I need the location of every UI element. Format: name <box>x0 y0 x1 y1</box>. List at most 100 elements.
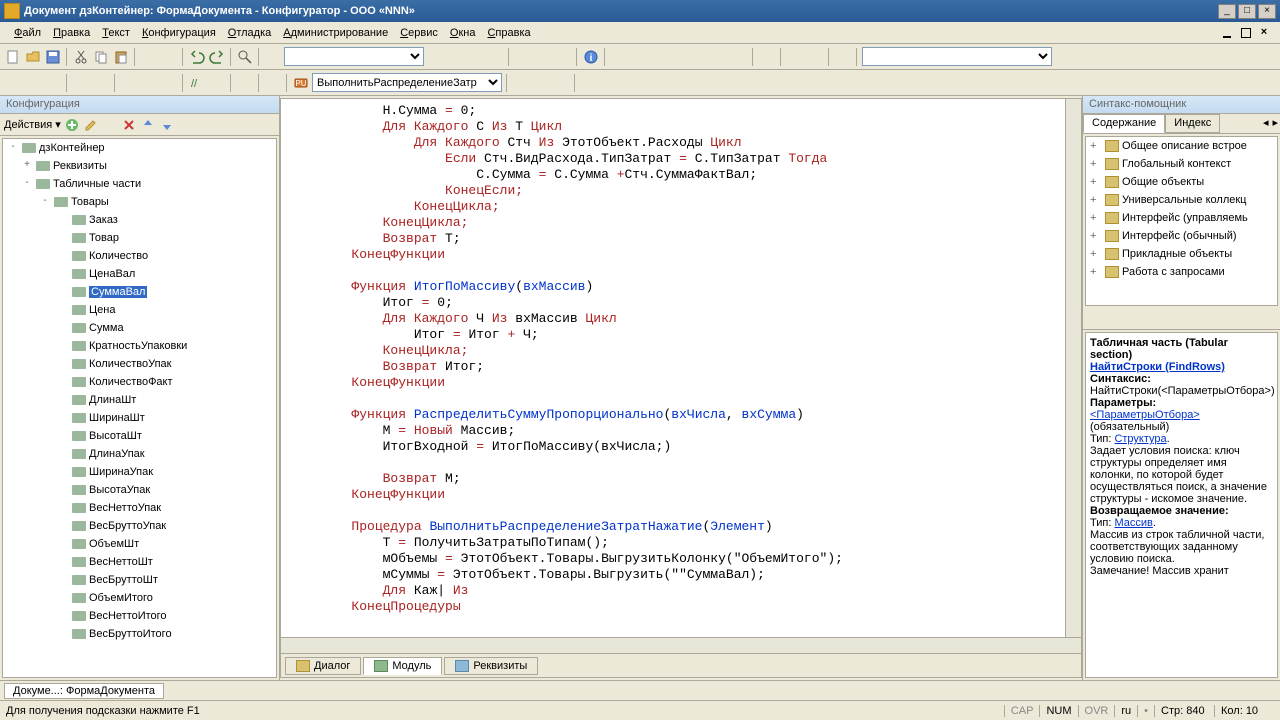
tb-icon-10[interactable] <box>710 48 728 66</box>
edit-icon[interactable] <box>83 117 99 133</box>
tb-icon-4[interactable] <box>486 48 504 66</box>
scroll-right-icon[interactable]: ▸ <box>1270 114 1280 133</box>
menu-service[interactable]: Сервис <box>394 25 444 41</box>
config-tree[interactable]: -дзКонтейнер+Реквизиты-Табличные части-Т… <box>2 138 277 678</box>
tree-item[interactable]: Цена <box>3 301 276 319</box>
help-icon[interactable] <box>834 48 852 66</box>
syntax-tree-item[interactable]: +Работа с запросами <box>1086 263 1277 281</box>
tb-icon-7[interactable] <box>650 48 668 66</box>
tb2-icon-14[interactable] <box>600 74 618 92</box>
tb2-icon-6[interactable] <box>120 74 138 92</box>
procedure-combo[interactable]: ВыполнитьРаспределениеЗатр <box>312 73 502 92</box>
copy-icon[interactable] <box>92 48 110 66</box>
tree-item[interactable]: ВесНеттоШт <box>3 553 276 571</box>
tb-icon-3[interactable] <box>466 48 484 66</box>
doc-tab[interactable]: Докуме...: ФормаДокумента <box>4 683 164 699</box>
debug-icon[interactable] <box>534 48 552 66</box>
tree-item[interactable]: ВесБруттоУпак <box>3 517 276 535</box>
syntax-tree-item[interactable]: +Общее описание встрое <box>1086 137 1277 155</box>
tree-item[interactable]: ШиринаУпак <box>3 463 276 481</box>
filter-icon[interactable] <box>197 117 213 133</box>
editor-hscrollbar[interactable] <box>281 637 1081 653</box>
help-tb-1[interactable] <box>1087 310 1105 328</box>
new-icon[interactable] <box>4 48 22 66</box>
tb2-icon-11[interactable] <box>532 74 550 92</box>
compile-icon[interactable] <box>264 74 282 92</box>
tree-item[interactable]: ОбъемШт <box>3 535 276 553</box>
tree-item[interactable]: ДлинаУпак <box>3 445 276 463</box>
menu-config[interactable]: Конфигурация <box>136 25 222 41</box>
tree-item[interactable]: ВесНеттоИтого <box>3 607 276 625</box>
copy2-icon[interactable] <box>102 117 118 133</box>
menu-admin[interactable]: Администрирование <box>277 25 394 41</box>
tree-item[interactable]: КратностьУпаковки <box>3 337 276 355</box>
tb2-icon-1[interactable] <box>4 74 22 92</box>
stop-icon[interactable] <box>554 48 572 66</box>
paste-icon[interactable] <box>112 48 130 66</box>
close-button[interactable]: × <box>1258 4 1276 19</box>
zoom-combo[interactable] <box>284 47 424 66</box>
comment-icon[interactable]: // <box>188 74 206 92</box>
scroll-left-icon[interactable]: ◂ <box>1261 114 1271 133</box>
tb2-icon-9[interactable] <box>236 74 254 92</box>
tree-item[interactable]: ВесНеттоУпак <box>3 499 276 517</box>
tree-item[interactable]: КоличествоУпак <box>3 355 276 373</box>
tb2-icon-13[interactable] <box>580 74 598 92</box>
help-tb-2[interactable] <box>1109 310 1127 328</box>
syntax-tree-item[interactable]: +Прикладные объекты <box>1086 245 1277 263</box>
tree-item[interactable]: Товар <box>3 229 276 247</box>
sort-icon[interactable] <box>178 117 194 133</box>
menu-text[interactable]: Текст <box>96 25 136 41</box>
tab-index[interactable]: Индекс <box>1165 114 1220 133</box>
undo-icon[interactable] <box>188 48 206 66</box>
open-icon[interactable] <box>24 48 42 66</box>
tb-icon-11[interactable] <box>730 48 748 66</box>
tree-item[interactable]: Заказ <box>3 211 276 229</box>
tree-item[interactable]: ВесБруттоИтого <box>3 625 276 643</box>
mdi-minimize-icon[interactable] <box>1220 25 1236 41</box>
tree-item[interactable]: ВесБруттоШт <box>3 571 276 589</box>
help-tb-4[interactable] <box>1214 310 1232 328</box>
tab-module[interactable]: Модуль <box>363 657 442 675</box>
tb-icon-6[interactable] <box>630 48 648 66</box>
tb-icon-2[interactable] <box>446 48 464 66</box>
editor-vscrollbar[interactable] <box>1065 99 1081 637</box>
menu-windows[interactable]: Окна <box>444 25 482 41</box>
tb-icon-12[interactable] <box>758 48 776 66</box>
menu-file[interactable]: Файл <box>8 25 47 41</box>
tree-item[interactable]: СуммаВал <box>3 283 276 301</box>
tree-item[interactable]: +Реквизиты <box>3 157 276 175</box>
maximize-button[interactable]: □ <box>1238 4 1256 19</box>
tb2-icon-8[interactable] <box>160 74 178 92</box>
empty-combo[interactable] <box>862 47 1052 66</box>
syntax-tree-item[interactable]: +Универсальные коллекц <box>1086 191 1277 209</box>
proc-icon[interactable]: PU <box>292 74 310 92</box>
tree-item[interactable]: Сумма <box>3 319 276 337</box>
tb2-icon-2[interactable] <box>24 74 42 92</box>
down-icon[interactable] <box>159 117 175 133</box>
syntax-tree-item[interactable]: +Интерфейс (обычный) <box>1086 227 1277 245</box>
find-icon[interactable] <box>236 48 254 66</box>
bookmark-icon[interactable] <box>208 74 226 92</box>
help-ret-type-link[interactable]: Массив <box>1114 517 1152 529</box>
zoom-icon[interactable] <box>264 48 282 66</box>
minimize-button[interactable]: _ <box>1218 4 1236 19</box>
code-editor[interactable]: Н.Сумма = 0; Для Каждого С Из Т Цикл Для… <box>281 99 1065 637</box>
mdi-restore-icon[interactable] <box>1238 25 1254 41</box>
delete-icon[interactable] <box>121 117 137 133</box>
tb-icon-1[interactable] <box>426 48 444 66</box>
tree-item[interactable]: -Табличные части <box>3 175 276 193</box>
tb2-icon-12[interactable] <box>552 74 570 92</box>
info-icon[interactable]: i <box>582 48 600 66</box>
menu-edit[interactable]: Правка <box>47 25 96 41</box>
save-icon[interactable] <box>44 48 62 66</box>
print-icon[interactable] <box>140 48 158 66</box>
tb2-icon-3[interactable] <box>44 74 62 92</box>
tab-contents[interactable]: Содержание <box>1083 114 1165 133</box>
tb2-icon-4[interactable] <box>72 74 90 92</box>
help-param-link[interactable]: <ПараметрыОтбора> <box>1090 409 1200 421</box>
tab-requisites[interactable]: Реквизиты <box>444 657 538 675</box>
syntax-tree-item[interactable]: +Общие объекты <box>1086 173 1277 191</box>
add-icon[interactable] <box>64 117 80 133</box>
tb-icon-5[interactable] <box>610 48 628 66</box>
